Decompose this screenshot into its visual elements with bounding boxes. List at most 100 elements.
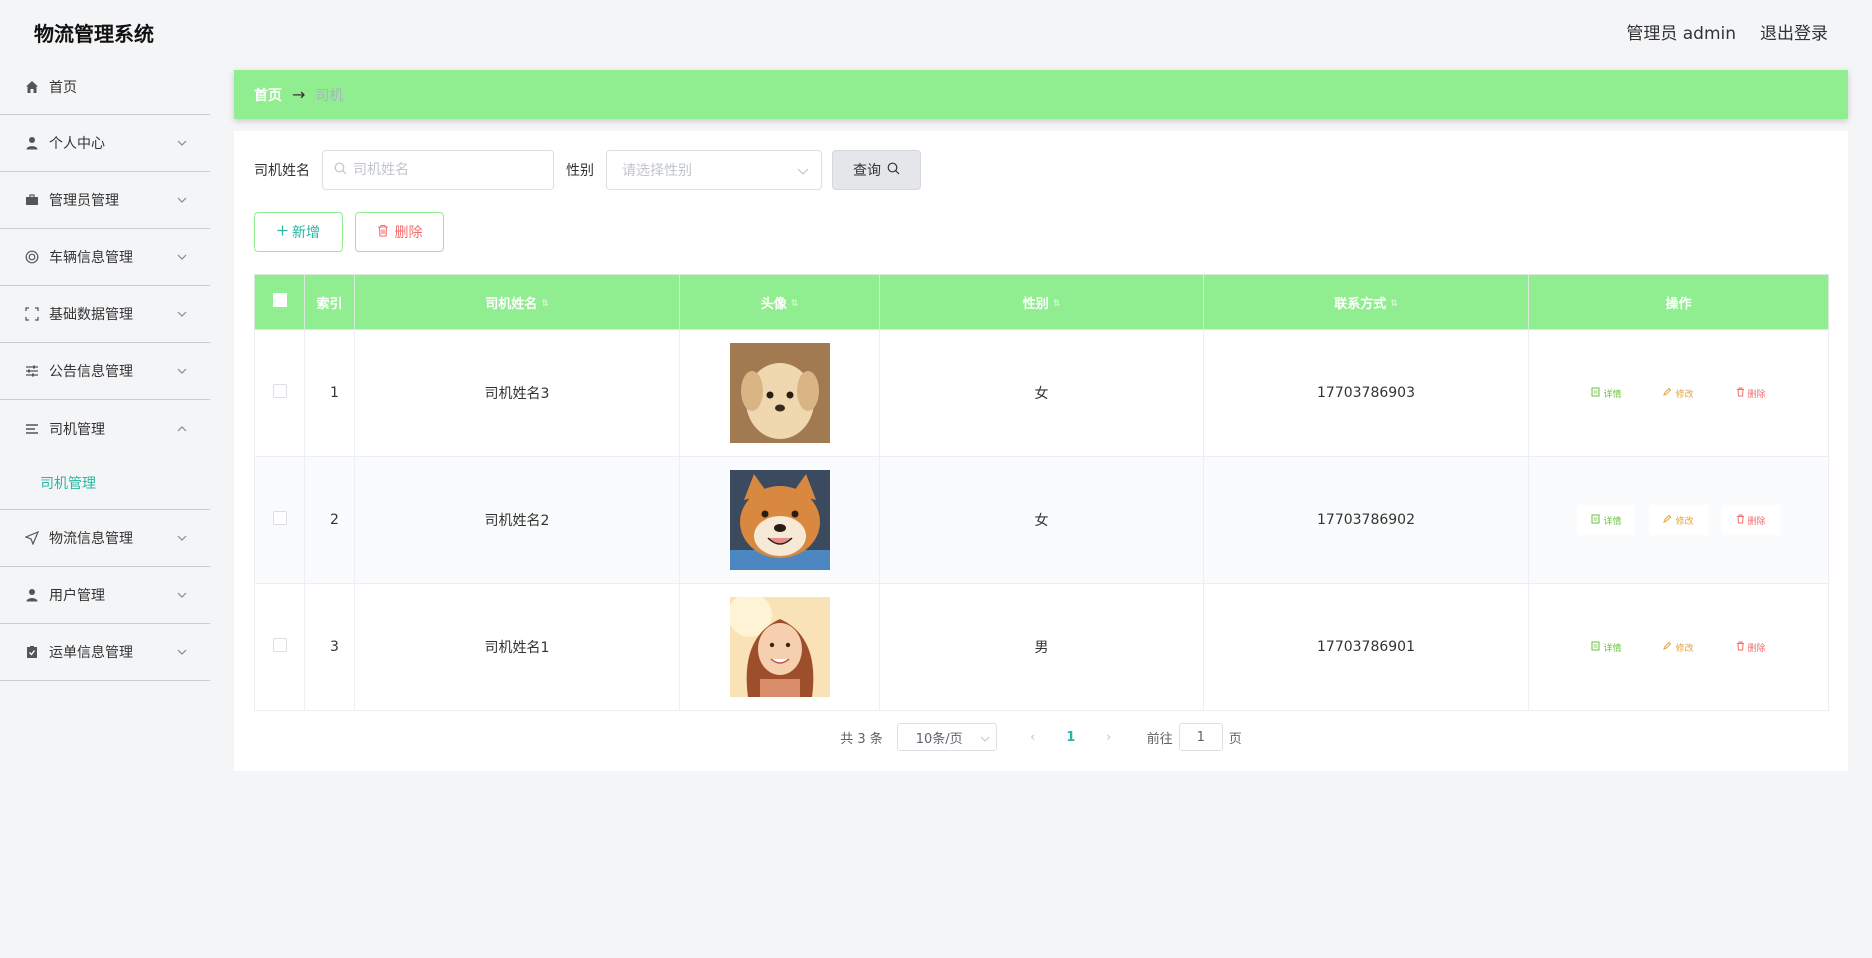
driver-name-input[interactable] <box>353 162 543 178</box>
sidebar-item-personal-center[interactable]: 个人中心 <box>0 115 210 172</box>
sidebar-item-waybill[interactable]: 运单信息管理 <box>0 624 210 681</box>
sidebar-item-label: 公告信息管理 <box>49 364 133 380</box>
sliders-icon <box>24 363 40 379</box>
edit-label: 修改 <box>1675 389 1694 400</box>
driver-name-cell: 司机姓名2 <box>354 456 680 584</box>
gender-cell: 女 <box>879 329 1204 457</box>
chevron-down-icon <box>176 532 188 544</box>
delete-button[interactable]: 删除 <box>1721 378 1780 408</box>
user-icon <box>24 135 40 151</box>
sidebar-subitem-driver-management[interactable]: 司机管理 <box>0 457 210 510</box>
column-header-phone[interactable]: 联系方式 ⇅ <box>1203 274 1529 330</box>
edit-button[interactable]: 修改 <box>1649 505 1708 535</box>
page-number-current[interactable]: 1 <box>1051 730 1091 745</box>
prev-page-button[interactable]: ‹ <box>1015 730 1051 745</box>
chevron-down-icon <box>176 589 188 601</box>
chevron-down-icon <box>176 137 188 149</box>
page-suffix: 页 <box>1228 731 1242 747</box>
user-label[interactable]: 管理员 admin <box>1626 19 1736 44</box>
goto-page-input[interactable] <box>1178 723 1223 751</box>
menu-icon <box>24 421 40 437</box>
driver-name-cell: 司机姓名3 <box>354 329 680 457</box>
table-row: 2 司机姓名2 女 17703786902 详情 修改 删除 <box>254 456 1829 584</box>
document-icon <box>1591 514 1600 527</box>
edit-button[interactable]: 修改 <box>1649 632 1708 662</box>
sort-icon[interactable]: ⇅ <box>1390 299 1398 309</box>
phone-cell: 17703786903 <box>1203 329 1529 457</box>
column-header-label: 头像 <box>760 296 787 312</box>
detail-label: 详情 <box>1603 516 1622 527</box>
avatar <box>729 597 830 697</box>
chevron-down-icon <box>797 164 809 180</box>
edit-button[interactable]: 修改 <box>1649 378 1708 408</box>
table-row: 3 司机姓名1 男 17703786901 详情 修改 删除 <box>254 583 1829 711</box>
query-button-label: 查询 <box>853 163 881 179</box>
add-button-label: 新增 <box>292 225 320 241</box>
sidebar-item-driver[interactable]: 司机管理 <box>0 400 210 457</box>
fullscreen-icon <box>24 306 40 322</box>
sidebar-item-logistics[interactable]: 物流信息管理 <box>0 510 210 567</box>
column-header-name[interactable]: 司机姓名 ⇅ <box>354 274 680 330</box>
column-header-avatar[interactable]: 头像 ⇅ <box>679 274 880 330</box>
column-header-label: 性别 <box>1022 296 1049 312</box>
sidebar-item-label: 管理员管理 <box>49 193 119 209</box>
detail-button[interactable]: 详情 <box>1577 378 1636 408</box>
sidebar-item-label: 物流信息管理 <box>49 531 133 547</box>
delete-button[interactable]: 删除 <box>1721 505 1780 535</box>
gender-select[interactable]: 请选择性别 <box>606 150 822 190</box>
row-index: 1 <box>304 329 355 457</box>
row-checkbox[interactable] <box>272 511 287 525</box>
sidebar-item-users[interactable]: 用户管理 <box>0 567 210 624</box>
avatar-cell <box>679 329 880 457</box>
add-button[interactable]: 新增 <box>254 212 343 252</box>
sidebar-item-admin[interactable]: 管理员管理 <box>0 172 210 229</box>
select-all-cell[interactable] <box>254 274 305 330</box>
sort-icon[interactable]: ⇅ <box>541 299 549 309</box>
sort-icon[interactable]: ⇅ <box>791 299 799 309</box>
breadcrumb-home[interactable]: 首页 <box>254 85 282 105</box>
row-select-cell[interactable] <box>254 329 305 457</box>
gender-label: 性别 <box>566 163 594 179</box>
sidebar-item-notice[interactable]: 公告信息管理 <box>0 343 210 400</box>
batch-delete-button[interactable]: 删除 <box>355 212 444 252</box>
column-header-gender[interactable]: 性别 ⇅ <box>879 274 1204 330</box>
user-menu: 管理员 admin 退出登录 <box>1626 19 1828 44</box>
clipboard-check-icon <box>24 644 40 660</box>
sidebar-item-home[interactable]: 首页 <box>0 60 210 115</box>
sort-icon[interactable]: ⇅ <box>1053 299 1061 309</box>
query-button[interactable]: 查询 <box>832 150 921 190</box>
sidebar-item-label: 司机管理 <box>49 421 105 438</box>
column-header-label: 司机姓名 <box>485 296 538 312</box>
detail-button[interactable]: 详情 <box>1577 505 1636 535</box>
row-checkbox[interactable] <box>272 638 287 652</box>
row-select-cell[interactable] <box>254 456 305 584</box>
arrow-right-icon: → <box>292 85 306 104</box>
detail-label: 详情 <box>1603 389 1622 400</box>
row-select-cell[interactable] <box>254 583 305 711</box>
driver-name-field[interactable] <box>322 150 554 190</box>
select-all-checkbox[interactable] <box>272 293 287 307</box>
chevron-up-icon <box>176 423 188 435</box>
page-size-select[interactable]: 10条/页 <box>896 723 997 751</box>
briefcase-icon <box>24 192 40 208</box>
column-header-label: 操作 <box>1665 296 1692 312</box>
sidebar-item-vehicle[interactable]: 车辆信息管理 <box>0 229 210 286</box>
delete-label: 删除 <box>1747 516 1766 527</box>
driver-name-cell: 司机姓名1 <box>354 583 680 711</box>
chevron-down-icon <box>980 732 990 747</box>
logout-link[interactable]: 退出登录 <box>1760 19 1828 44</box>
send-icon <box>24 530 40 546</box>
sidebar-item-basic-data[interactable]: 基础数据管理 <box>0 286 210 343</box>
edit-icon <box>1663 641 1672 654</box>
row-checkbox[interactable] <box>272 384 287 398</box>
detail-button[interactable]: 详情 <box>1577 632 1636 662</box>
phone-cell: 17703786902 <box>1203 456 1529 584</box>
delete-button[interactable]: 删除 <box>1721 632 1780 662</box>
actions-cell: 详情 修改 删除 <box>1528 329 1829 457</box>
chevron-down-icon <box>176 308 188 320</box>
trash-icon <box>1736 514 1745 527</box>
next-page-button[interactable]: › <box>1091 730 1127 745</box>
user-icon <box>24 587 40 603</box>
chevron-down-icon <box>176 251 188 263</box>
action-buttons: 新增 删除 <box>254 212 444 252</box>
